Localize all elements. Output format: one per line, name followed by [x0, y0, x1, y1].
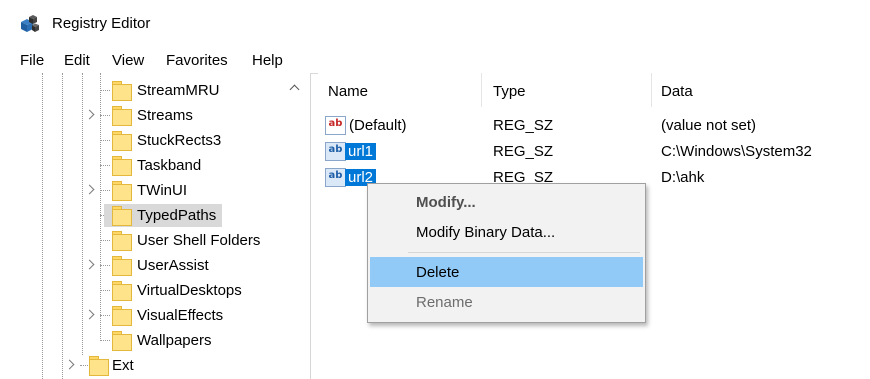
chevron-right-icon[interactable] — [84, 184, 95, 195]
tree-item-taskband[interactable]: Taskband — [14, 153, 294, 178]
string-value-icon: ab — [325, 168, 346, 187]
context-menu: Modify... Modify Binary Data... Delete R… — [367, 183, 646, 323]
value-data: (value not set) — [661, 117, 757, 134]
tree-item-label: TWinUI — [137, 182, 187, 199]
tree-item-label: VisualEffects — [137, 307, 224, 324]
value-type: REG_SZ — [493, 143, 554, 160]
folder-icon — [112, 81, 132, 101]
tree-item-label: StuckRects3 — [137, 132, 222, 149]
folder-icon — [112, 281, 132, 301]
string-value-icon: ab — [325, 142, 346, 161]
folder-icon — [112, 106, 132, 126]
tree-connector — [100, 90, 110, 91]
tree-item-label: Ext — [112, 357, 134, 374]
folder-icon — [112, 331, 132, 351]
folder-icon — [112, 231, 132, 251]
column-separator[interactable] — [481, 73, 482, 107]
folder-icon — [89, 356, 109, 376]
column-header-type[interactable]: Type — [493, 83, 526, 100]
menu-bar: File Edit View Favorites Help — [0, 49, 870, 73]
key-tree-pane[interactable]: StreamMRU Streams StuckRects3 Taskband T… — [14, 73, 311, 379]
menu-item-label: Delete — [416, 264, 460, 281]
value-data: C:\Windows\System32 — [661, 143, 812, 160]
tree-item-label: VirtualDesktops — [137, 282, 242, 299]
menu-item-rename: Rename — [370, 287, 643, 317]
tree-item-virtualdesktops[interactable]: VirtualDesktops — [14, 278, 294, 303]
tree-connector — [80, 365, 88, 366]
chevron-right-icon[interactable] — [84, 309, 95, 320]
menu-separator — [408, 252, 640, 253]
folder-icon — [112, 181, 132, 201]
tree-item-typedpaths[interactable]: TypedPaths — [14, 203, 294, 228]
tree-connector — [100, 190, 110, 191]
tree-item-label: Wallpapers — [137, 332, 212, 349]
tree-connector — [100, 265, 110, 266]
menu-item-label: Modify... — [416, 194, 476, 211]
folder-icon — [112, 206, 132, 226]
title-bar: Registry Editor — [0, 0, 870, 48]
value-data: D:\ahk — [661, 169, 705, 186]
menu-item-label: Rename — [416, 294, 473, 311]
chevron-right-icon[interactable] — [84, 259, 95, 270]
string-value-icon: ab — [325, 116, 346, 135]
tree-connector — [100, 315, 110, 316]
value-row-url1[interactable]: ab url1 REG_SZ C:\Windows\System32 — [318, 139, 870, 164]
tree-item-label: Taskband — [137, 157, 202, 174]
value-type: REG_SZ — [493, 117, 554, 134]
folder-icon — [112, 306, 132, 326]
menu-view[interactable]: View — [112, 52, 144, 69]
tree-item-label: Streams — [137, 107, 193, 124]
tree-connector — [100, 290, 110, 291]
scroll-up-arrow-icon[interactable] — [290, 83, 300, 93]
menu-file[interactable]: File — [20, 52, 44, 69]
registry-cubes-icon — [21, 15, 39, 32]
menu-help[interactable]: Help — [252, 52, 283, 69]
tree-item-label: User Shell Folders — [137, 232, 261, 249]
tree-item-wallpapers[interactable]: Wallpapers — [14, 328, 294, 353]
tree-item-userassist[interactable]: UserAssist — [14, 253, 294, 278]
tree-connector — [100, 340, 110, 341]
tree-connector — [100, 165, 110, 166]
menu-item-modify[interactable]: Modify... — [370, 187, 643, 217]
tree-connector — [100, 115, 110, 116]
column-header-name[interactable]: Name — [328, 83, 368, 100]
tree-connector — [100, 140, 110, 141]
tree-item-stuckrects3[interactable]: StuckRects3 — [14, 128, 294, 153]
folder-icon — [112, 156, 132, 176]
folder-icon — [112, 131, 132, 151]
tree-item-ext[interactable]: Ext — [14, 353, 294, 378]
chevron-right-icon[interactable] — [64, 359, 75, 370]
tree-item-label: StreamMRU — [137, 82, 220, 99]
menu-item-label: Modify Binary Data... — [416, 224, 556, 241]
value-row-default[interactable]: ab (Default) REG_SZ (value not set) — [318, 113, 870, 138]
tree-item-label: UserAssist — [137, 257, 209, 274]
window-title: Registry Editor — [52, 15, 151, 32]
tree-item-twinui[interactable]: TWinUI — [14, 178, 294, 203]
tree-item-streams[interactable]: Streams — [14, 103, 294, 128]
tree-item-visualeffects[interactable]: VisualEffects — [14, 303, 294, 328]
tree-connector — [100, 240, 110, 241]
column-separator[interactable] — [651, 73, 652, 107]
menu-item-delete[interactable]: Delete — [370, 257, 643, 287]
value-name: url1 — [345, 143, 377, 160]
tree-item-user-shell-folders[interactable]: User Shell Folders — [14, 228, 294, 253]
menu-edit[interactable]: Edit — [64, 52, 90, 69]
value-name: (Default) — [349, 117, 407, 134]
menu-item-modify-binary-data[interactable]: Modify Binary Data... — [370, 217, 643, 247]
folder-icon — [112, 256, 132, 276]
chevron-right-icon[interactable] — [84, 109, 95, 120]
menu-favorites[interactable]: Favorites — [166, 52, 228, 69]
column-header-data[interactable]: Data — [661, 83, 693, 100]
tree-item-streammru[interactable]: StreamMRU — [14, 78, 294, 103]
